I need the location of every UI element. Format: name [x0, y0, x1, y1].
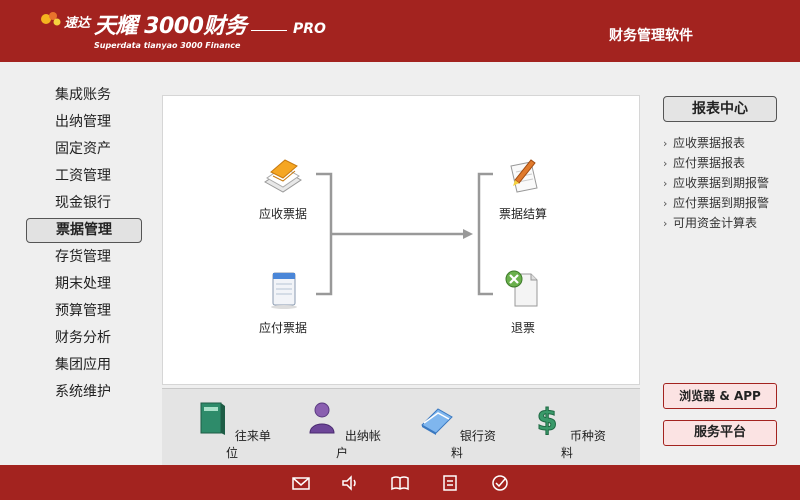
- report-center-button[interactable]: 报表中心: [663, 96, 777, 122]
- window-icon[interactable]: [440, 473, 460, 493]
- settlement-icon: [510, 159, 538, 193]
- book-icon[interactable]: [390, 473, 410, 493]
- menu-item-fixed-assets[interactable]: 固定资产: [26, 136, 142, 163]
- flow-node-refund-label: 退票: [510, 321, 535, 335]
- currency-icon: $: [536, 403, 558, 439]
- report-link-receivable-due[interactable]: › 应收票据到期报警: [663, 173, 793, 193]
- header-product-name: 财务管理软件: [609, 28, 693, 44]
- chevron-right-icon: ›: [663, 177, 668, 190]
- partner-book-icon: [200, 402, 226, 435]
- chevron-right-icon: ›: [663, 157, 668, 170]
- flow-node-receivable[interactable]: 应收票据: [243, 154, 323, 222]
- payable-notes-icon: [271, 272, 297, 309]
- menu-item-group[interactable]: 集团应用: [26, 352, 142, 379]
- menu-item-notes[interactable]: 票据管理: [26, 218, 142, 243]
- report-link-receivable[interactable]: › 应收票据报表: [663, 133, 793, 153]
- shortcut-bank-data-label: 银行资料: [450, 429, 496, 460]
- shortcut-partners[interactable]: 往来单位: [192, 399, 272, 461]
- flow-node-settlement-label: 票据结算: [498, 207, 547, 221]
- brand-divider: [251, 30, 287, 31]
- logo-icon: [41, 12, 61, 26]
- brand-pro: PRO: [293, 21, 326, 37]
- app-header: 速达 天耀 3000财务 Superdata tianyao 3000 Fina…: [0, 0, 800, 62]
- menu-item-period-end[interactable]: 期末处理: [26, 271, 142, 298]
- refund-icon: [505, 270, 538, 307]
- browser-app-button[interactable]: 浏览器 & APP: [663, 383, 777, 409]
- menu-item-budget[interactable]: 预算管理: [26, 298, 142, 325]
- menu-item-integrated-accounts[interactable]: 集成账务: [26, 82, 142, 109]
- cashier-account-icon: [309, 402, 335, 434]
- speaker-icon[interactable]: [340, 473, 360, 493]
- footer-bar: [0, 465, 800, 500]
- left-menu: 集成账务 出纳管理 固定资产 工资管理 现金银行 票据管理 存货管理 期末处理 …: [26, 82, 142, 406]
- shortcut-currency-label: 币种资料: [560, 429, 606, 460]
- chevron-right-icon: ›: [663, 137, 668, 150]
- shortcut-cashier-accounts-label: 出纳帐户: [335, 429, 381, 460]
- shortcut-partners-label: 往来单位: [225, 429, 271, 460]
- flow-node-receivable-label: 应收票据: [258, 207, 307, 221]
- receivable-notes-icon: [264, 159, 302, 193]
- flow-node-payable-label: 应付票据: [258, 321, 307, 335]
- brand-title: 天耀 3000财务: [94, 14, 247, 39]
- flow-node-settlement[interactable]: 票据结算: [483, 154, 563, 222]
- report-link-available-funds[interactable]: › 可用资金计算表: [663, 213, 793, 233]
- bank-data-icon: [421, 408, 453, 435]
- chevron-right-icon: ›: [663, 197, 668, 210]
- service-platform-button[interactable]: 服务平台: [663, 420, 777, 446]
- shortcut-currency[interactable]: $ 币种资料: [527, 399, 607, 461]
- report-link-payable[interactable]: › 应付票据报表: [663, 153, 793, 173]
- flow-connectors: [316, 172, 493, 296]
- menu-item-analysis[interactable]: 财务分析: [26, 325, 142, 352]
- flow-node-payable[interactable]: 应付票据: [243, 268, 323, 336]
- shortcut-bank-data[interactable]: 银行资料: [417, 399, 497, 461]
- chevron-right-icon: ›: [663, 217, 668, 230]
- report-list: › 应收票据报表 › 应付票据报表 › 应收票据到期报警 › 应付票据到期报警 › 可用资…: [663, 133, 793, 233]
- menu-item-payroll[interactable]: 工资管理: [26, 163, 142, 190]
- brand-subtitle: Superdata tianyao 3000 Finance: [94, 41, 241, 50]
- shortcut-cashier-accounts[interactable]: 出纳帐户: [302, 399, 382, 461]
- notes-flow-panel: 应收票据 应付票据 票据结算 退票: [162, 95, 640, 385]
- shortcut-strip: 往来单位 出纳帐户 银行资料 $ 币种资料: [162, 388, 640, 466]
- menu-item-inventory[interactable]: 存货管理: [26, 244, 142, 271]
- svg-text:$: $: [537, 403, 558, 437]
- menu-item-cash-bank[interactable]: 现金银行: [26, 190, 142, 217]
- flow-node-refund[interactable]: 退票: [483, 268, 563, 336]
- brand-prefix: 速达: [64, 16, 91, 31]
- report-link-payable-due[interactable]: › 应付票据到期报警: [663, 193, 793, 213]
- check-icon[interactable]: [490, 473, 510, 493]
- menu-item-maintenance[interactable]: 系统维护: [26, 379, 142, 406]
- menu-item-cashier[interactable]: 出纳管理: [26, 109, 142, 136]
- mail-icon[interactable]: [291, 473, 311, 493]
